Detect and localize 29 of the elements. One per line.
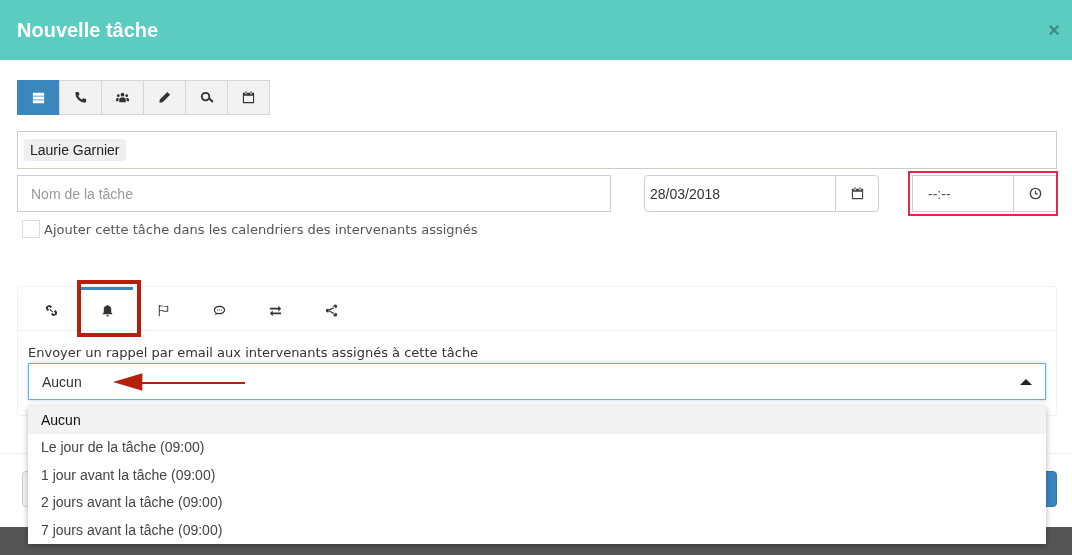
modal-title: Nouvelle tâche [17,18,159,42]
dropdown-option[interactable]: Aucun [28,406,1046,434]
checkbox[interactable] [22,220,40,238]
search-icon [199,90,214,105]
assignee-field[interactable]: Laurie Garnier [17,131,1057,169]
highlight-frame [77,280,141,337]
dropdown-option[interactable]: 1 jour avant la tâche (09:00) [28,461,1046,489]
time-field[interactable]: --:-- [912,175,1057,212]
assignee-tag[interactable]: Laurie Garnier [24,139,126,161]
task-name-field[interactable]: Nom de la tâche [17,175,611,212]
dropdown-option[interactable]: Le jour de la tâche (09:00) [28,433,1046,461]
clock-icon[interactable] [1027,186,1043,201]
date-field[interactable]: 28/03/2018 [644,175,879,212]
list-icon [31,90,46,105]
dropdown-option[interactable]: 2 jours avant la tâche (09:00) [28,488,1046,516]
share-icon [323,302,339,318]
pencil-icon [157,90,172,105]
calendar-icon[interactable] [849,186,865,201]
calendar-icon [241,90,256,105]
caret-icon [1020,378,1032,385]
reminder-select[interactable]: Aucun [28,363,1046,400]
link-icon [43,302,59,318]
reminder-label: Envoyer un rappel par email aux intervenants assignés à cette tâche [28,345,480,360]
date-value: 28/03/2018 [649,184,722,204]
dropdown-option[interactable]: 7 jours avant la tâche (09:00) [28,516,1046,544]
checkbox-label[interactable]: Ajouter cette tâche dans les calendriers des intervenants assignés [44,221,478,237]
time-placeholder: --:-- [928,185,951,202]
users-icon [115,90,130,105]
phone-icon [73,90,88,105]
